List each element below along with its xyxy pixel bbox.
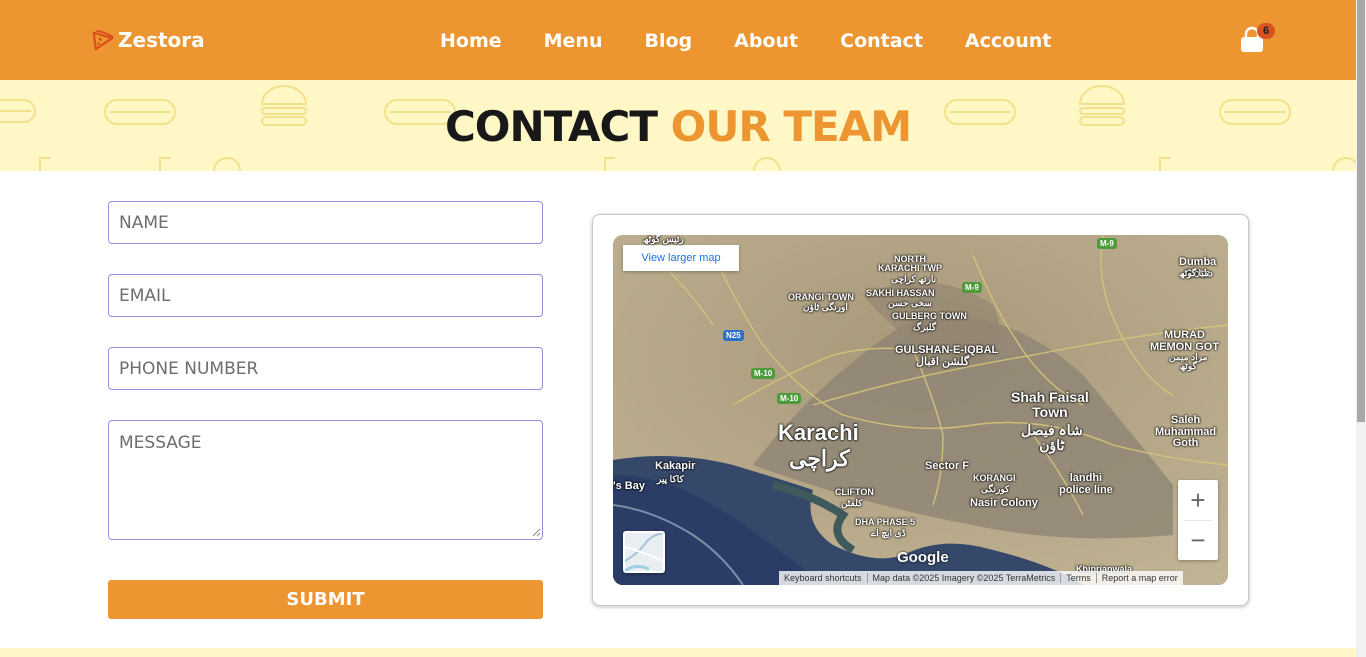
map-label-dha-phase5-ur: ڈی ایچ اے	[871, 528, 906, 538]
nav-contact[interactable]: Contact	[840, 30, 923, 52]
view-larger-map-link[interactable]: View larger map	[623, 245, 739, 271]
road-shield-m9-a: M-9	[962, 282, 982, 293]
map-layer-toggle[interactable]	[623, 531, 665, 573]
site-header: Zestora Home Menu Blog About Contact Acc…	[0, 0, 1356, 80]
map-label-saleh-muhammad: Saleh Muhammad Goth	[1155, 414, 1217, 450]
map-label-kakapir-ur: کاکا پیر	[657, 474, 684, 484]
map-label-kakapir: Kakapir	[655, 460, 696, 472]
brand-name: Zestora	[118, 28, 205, 52]
road-shield-n25: N25	[723, 330, 744, 341]
road-shield-m10-b: M-10	[777, 393, 802, 404]
map-attribution-bar: Keyboard shortcuts Map data ©2025 Imager…	[779, 571, 1183, 585]
map-label-landhi: landhi police line	[1059, 472, 1113, 496]
nav-account[interactable]: Account	[965, 30, 1051, 52]
brand-logo[interactable]: Zestora	[92, 28, 205, 52]
map-label-karachi: Karachi	[778, 420, 859, 445]
phone-input[interactable]	[108, 347, 543, 390]
map-label-gulshan: GULSHAN-E-IQBAL	[895, 344, 999, 356]
keyboard-shortcuts-link[interactable]: Keyboard shortcuts	[779, 573, 868, 583]
page-title-part1: CONTACT	[444, 102, 658, 151]
main-nav: Home Menu Blog About Contact Account	[440, 30, 1093, 52]
map-label-clifton: CLIFTON	[835, 487, 874, 497]
map-label-shah-faisal-ur: شاہ فیصل ٹاؤن	[1021, 422, 1083, 453]
map-label-dha-phase5: DHA PHASE 5	[855, 517, 916, 527]
resize-handle-icon[interactable]	[532, 528, 541, 537]
page-title-part2: OUR TEAM	[670, 102, 912, 151]
map-label-nasir-colony: Nasir Colony	[970, 497, 1038, 509]
map-label-murad-memon: MURAD MEMON GOT	[1150, 329, 1220, 353]
footer-pattern-strip	[0, 648, 1356, 657]
zoom-in-button[interactable]: +	[1178, 480, 1218, 520]
name-input[interactable]	[108, 201, 543, 244]
map-data-attribution: Map data ©2025 Imagery ©2025 TerraMetric…	[868, 573, 1062, 583]
google-logo: Google	[897, 549, 949, 566]
road-shield-m10-a: M-10	[751, 368, 776, 379]
nav-menu[interactable]: Menu	[544, 30, 603, 52]
email-input[interactable]	[108, 274, 543, 317]
map-label-korangi-ur: کورنگی	[981, 484, 1010, 494]
page-scrollbar-thumb[interactable]	[1357, 0, 1365, 422]
map-label-korangi: KORANGI	[973, 473, 1016, 483]
map-label-bay: 's Bay	[613, 480, 645, 492]
nav-blog[interactable]: Blog	[645, 30, 693, 52]
zoom-divider	[1184, 520, 1212, 521]
terms-link[interactable]: Terms	[1061, 573, 1097, 583]
map-label-gulberg: GULBERG TOWN	[892, 311, 967, 321]
page-banner: CONTACT OUR TEAM	[0, 80, 1356, 171]
report-map-error-link[interactable]: Report a map error	[1097, 573, 1183, 583]
nav-home[interactable]: Home	[440, 30, 502, 52]
contact-page: Zestora Home Menu Blog About Contact Acc…	[0, 0, 1366, 657]
map-zoom-control: + −	[1178, 480, 1218, 560]
cart-count-badge: 6	[1257, 23, 1275, 39]
map-label-karachi-ur: کراچی	[789, 446, 850, 471]
map-label-north-karachi: NORTH KARACHI TWP	[878, 254, 942, 274]
page-title: CONTACT OUR TEAM	[0, 102, 1356, 151]
map-label-clifton-ur: کلفٹن	[841, 498, 863, 508]
zoom-out-button[interactable]: −	[1178, 520, 1218, 560]
nav-about[interactable]: About	[734, 30, 798, 52]
submit-button[interactable]: SUBMIT	[108, 580, 543, 619]
pizza-slice-icon	[92, 29, 114, 51]
map-label-sector-f: Sector F	[925, 460, 970, 472]
map-layer-thumbnail-icon	[625, 533, 663, 571]
message-textarea[interactable]	[108, 420, 543, 540]
map-label-sakhi-hassan-ur: سخی حسن	[888, 298, 932, 308]
map-label-murad-memon-ur: مراد میمن گوٹھ	[1169, 352, 1208, 372]
map-label-orangi-ur: اورنگی ٹاؤن	[803, 302, 848, 312]
road-shield-m9-b: M-9	[1097, 238, 1117, 249]
map-label-dumba-goth-ur: دمبا گوٹھ	[1179, 268, 1213, 278]
map-label-gulshan-ur: گلشن اقبال	[916, 356, 970, 368]
embedded-map[interactable]: View larger map رئیس گوٹھ NORTH KARACHI T…	[613, 235, 1228, 585]
map-label-north-karachi-ur: نارتھ کراچی	[891, 274, 937, 284]
map-label-top: رئیس گوٹھ	[643, 235, 684, 244]
map-label-gulberg-ur: گلبرگ	[913, 322, 937, 332]
map-label-shah-faisal: Shah Faisal Town	[1011, 389, 1089, 420]
